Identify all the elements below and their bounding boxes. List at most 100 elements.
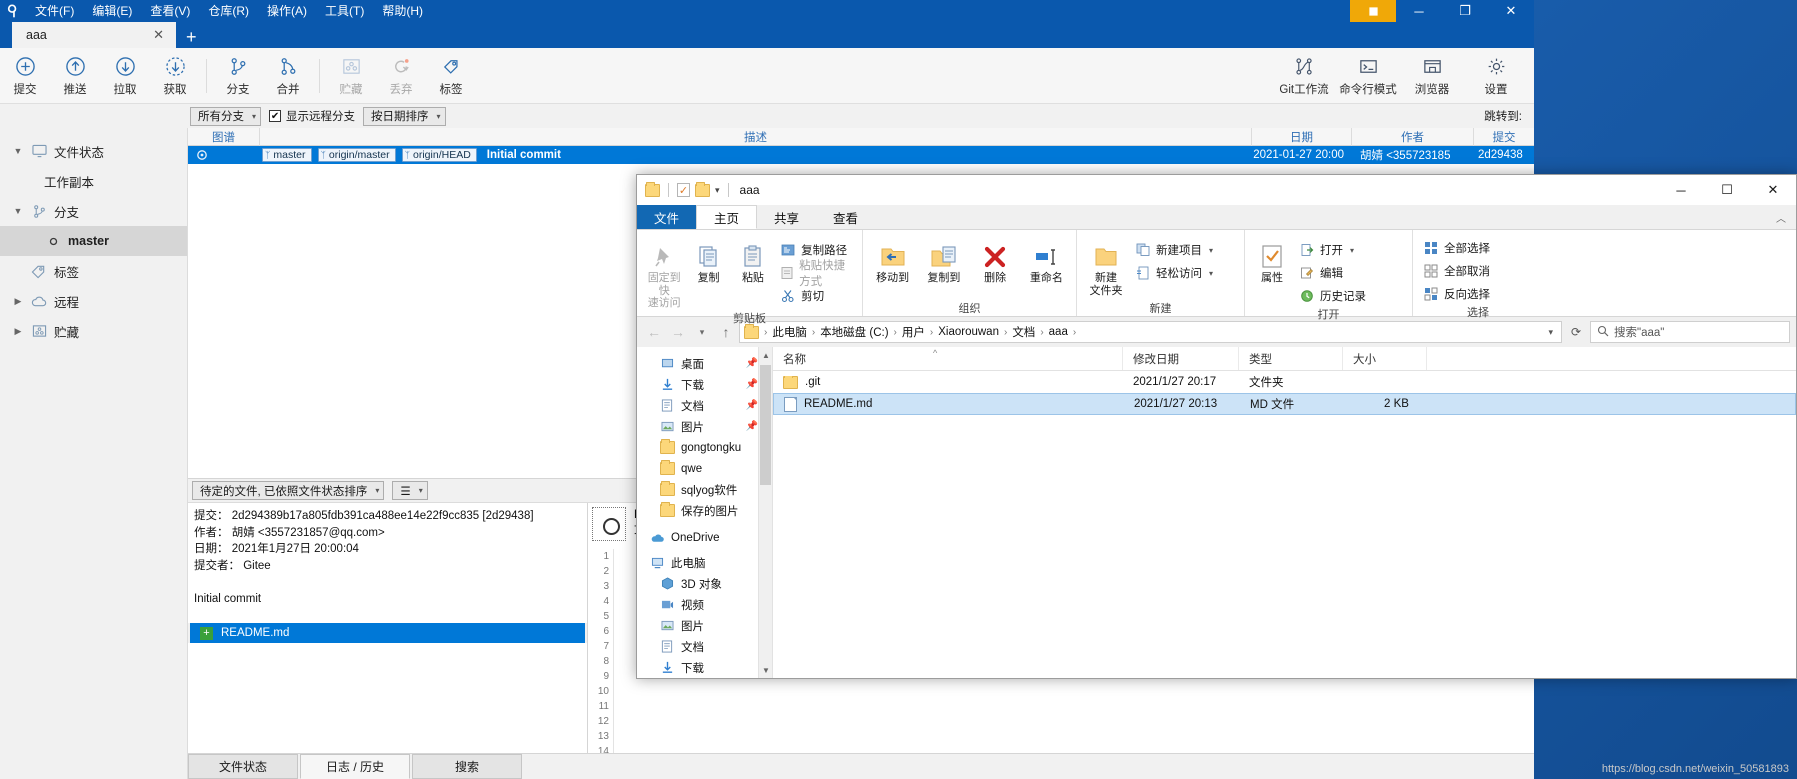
sidebar-item-file-status[interactable]: ▼ 文件状态 [0,136,187,166]
sidebar-item-stashes[interactable]: ▶ 贮藏 [0,316,187,346]
tab-share[interactable]: 共享 [757,205,816,229]
properties-check-icon[interactable]: ✓ [677,183,690,197]
nav-item-sqlyog[interactable]: sqlyog软件 [637,479,772,500]
terminal-button[interactable]: 命令行模式 [1336,50,1400,102]
column-header-date[interactable]: 修改日期 [1123,347,1239,370]
nav-item-documents[interactable]: 文档 📌 [637,395,772,416]
sidebar-item-master[interactable]: master [0,226,187,256]
menu-repository[interactable]: 仓库(R) [199,1,258,21]
pin-icon[interactable]: 📌 [746,358,758,369]
menu-view[interactable]: 查看(V) [141,1,199,21]
breadcrumb-item-local-disk[interactable]: 本地磁盘 (C:) [817,324,891,340]
column-header-size[interactable]: 大小 [1343,347,1427,370]
nav-pane-scrollbar[interactable]: ▲ ▼ [758,347,772,678]
menu-actions[interactable]: 操作(A) [258,1,316,21]
explorer-minimize-button[interactable]: ─ [1658,175,1704,205]
copy-button[interactable]: 复制 [687,234,729,285]
new-item-button[interactable]: 新建项目 ▾ [1131,240,1217,260]
breadcrumb-item-aaa[interactable]: aaa [1046,326,1071,338]
history-button[interactable]: 历史记录 [1295,286,1370,306]
chevron-right-icon[interactable]: ▶ [12,326,24,337]
close-icon[interactable]: ✕ [149,27,168,43]
chevron-down-icon[interactable]: ▾ [715,185,720,196]
delete-button[interactable]: 删除 [972,234,1019,285]
pin-icon[interactable]: 📌 [746,400,758,411]
chevron-right-icon[interactable]: ▶ [12,296,24,307]
sidebar-item-working-copy[interactable]: 工作副本 [0,166,187,196]
search-input[interactable]: 搜索"aaa" [1590,321,1790,343]
select-all-button[interactable]: 全部选择 [1419,238,1494,258]
chevron-down-icon[interactable]: ▼ [12,206,24,216]
menu-help[interactable]: 帮助(H) [373,1,432,21]
edit-button[interactable]: 编辑 [1295,263,1370,283]
new-tab-button[interactable]: + [176,26,207,48]
pin-icon[interactable]: 📌 [746,421,758,432]
chevron-down-icon[interactable]: ▾ [1544,327,1557,338]
column-header-description[interactable]: 描述 [260,128,1252,146]
explorer-maximize-button[interactable]: ☐ [1704,175,1750,205]
column-header-commit[interactable]: 提交 [1474,128,1534,146]
list-view-select[interactable]: ☰ ▾ [392,481,428,500]
pin-to-quick-access-button[interactable]: 固定到快 速访问 [643,234,685,310]
column-header-type[interactable]: 类型 [1239,347,1343,370]
sidebar-item-branches[interactable]: ▼ 分支 [0,196,187,226]
menu-tools[interactable]: 工具(T) [316,1,373,21]
branch-button[interactable]: 分支 [213,50,263,102]
ref-chip-master[interactable]: ᛉ master [262,148,312,162]
scroll-down-icon[interactable]: ▼ [759,662,772,678]
breadcrumb-item-users[interactable]: 用户 [899,324,928,340]
column-header-name[interactable]: 名称 ^ [773,347,1123,370]
nav-item-desktop[interactable]: 桌面 📌 [637,353,772,374]
gitflow-button[interactable]: Git工作流 [1272,50,1336,102]
pull-button[interactable]: 拉取 [100,50,150,102]
tag-button[interactable]: 标签 [426,50,476,102]
paste-button[interactable]: 粘贴 [732,234,774,285]
discard-button[interactable]: 丢弃 [376,50,426,102]
sidebar-item-remotes[interactable]: ▶ 远程 [0,286,187,316]
sidebar-item-tags[interactable]: ▼ 标签 [0,256,187,286]
table-row[interactable]: .git 2021/1/27 20:17 文件夹 [773,371,1796,393]
breadcrumb-item-xiaorouwan[interactable]: Xiaorouwan [935,326,1002,338]
select-none-button[interactable]: 全部取消 [1419,261,1494,281]
nav-item-pictures[interactable]: 图片 📌 [637,416,772,437]
refresh-button[interactable]: ⟳ [1564,321,1588,343]
tab-view[interactable]: 查看 [816,205,875,229]
scroll-up-icon[interactable]: ▲ [759,347,772,363]
restore-highlight-button[interactable] [1350,0,1396,22]
tab-search[interactable]: 搜索 [412,754,522,779]
folder-icon[interactable] [645,181,660,197]
new-folder-button[interactable]: 新建 文件夹 [1083,234,1129,297]
breadcrumb-item-this-pc[interactable]: 此电脑 [769,324,810,340]
folder-icon[interactable] [695,181,710,197]
merge-button[interactable]: 合并 [263,50,313,102]
fetch-button[interactable]: 获取 [150,50,200,102]
open-button[interactable]: 打开 ▾ [1295,240,1370,260]
column-header-author[interactable]: 作者 [1352,128,1474,146]
explorer-close-button[interactable]: ✕ [1750,175,1796,205]
nav-item-downloads-2[interactable]: 下载 [637,657,772,678]
tab-file[interactable]: 文件 [637,205,697,229]
sort-order-select[interactable]: 按日期排序 ▾ [363,106,446,126]
tab-log-history[interactable]: 日志 / 历史 [300,754,410,779]
nav-item-documents-2[interactable]: 文档 [637,636,772,657]
nav-item-this-pc[interactable]: 此电脑 [637,552,772,573]
properties-button[interactable]: 属性 [1251,234,1293,285]
copy-to-button[interactable]: 复制到 [920,234,967,285]
move-to-button[interactable]: 移动到 [869,234,916,285]
nav-item-gongtongku[interactable]: gongtongku [637,437,772,458]
breadcrumb-item-documents[interactable]: 文档 [1009,324,1038,340]
menu-file[interactable]: 文件(F) [26,1,83,21]
nav-item-downloads[interactable]: 下载 📌 [637,374,772,395]
column-header-date[interactable]: 日期 [1252,128,1352,146]
browser-button[interactable]: 浏览器 [1400,50,1464,102]
nav-item-pictures-2[interactable]: 图片 [637,615,772,636]
maximize-button[interactable]: ❐ [1442,0,1488,22]
nav-item-onedrive[interactable]: OneDrive [637,527,772,548]
nav-item-videos[interactable]: 视频 [637,594,772,615]
easy-access-button[interactable]: 轻松访问 ▾ [1131,263,1217,283]
chevron-down-icon[interactable]: ▾ [1209,269,1213,278]
ref-chip-origin-head[interactable]: ᛉ origin/HEAD [401,148,477,162]
collapse-ribbon-icon[interactable]: ︿ [1776,205,1796,229]
pin-icon[interactable]: 📌 [746,379,758,390]
push-button[interactable]: 推送 [50,50,100,102]
